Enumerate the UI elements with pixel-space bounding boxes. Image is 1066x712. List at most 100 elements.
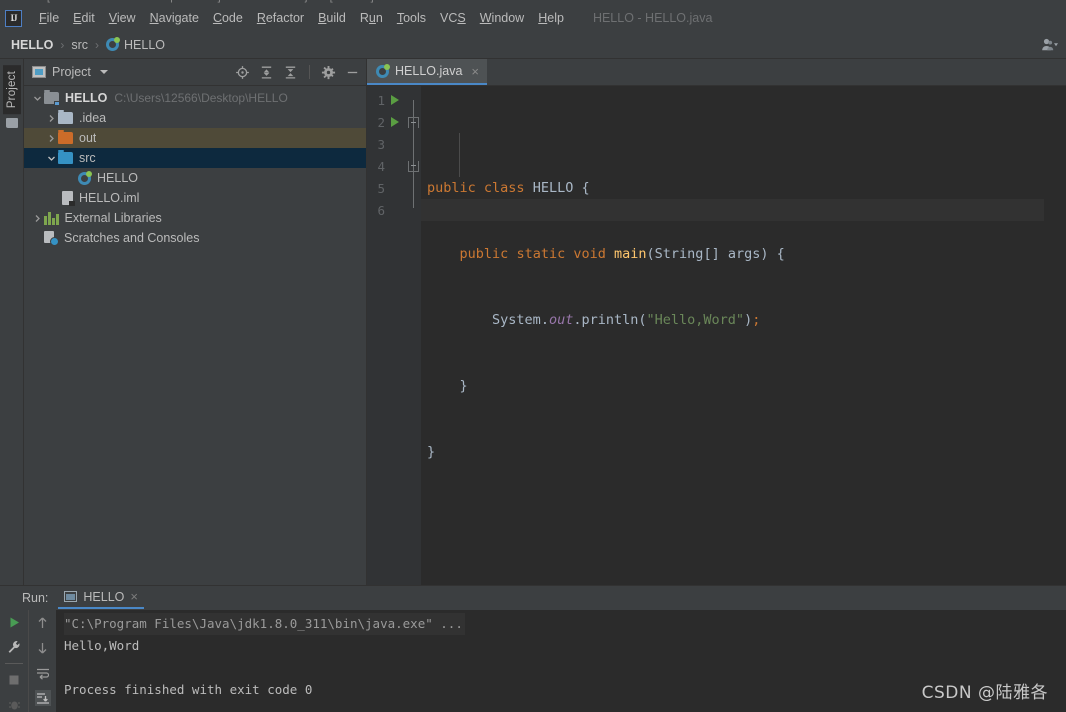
breadcrumb-separator: › [95,37,100,52]
menu-window[interactable]: Window [473,8,531,28]
run-left-toolbar [0,610,29,712]
wrench-icon[interactable] [6,639,22,654]
tree-label: HELLO.iml [79,191,140,205]
project-panel-header: Project [24,59,366,86]
run-second-toolbar [29,610,56,712]
chevron-right-icon[interactable] [44,114,58,123]
code-editor[interactable]: 1 2 3 4 5 6 public class HELLO {public … [367,86,1066,585]
tree-node-hello-iml[interactable]: HELLO.iml [24,188,366,208]
code-line-3: System.out.println("Hello,Word"); [492,312,761,328]
window-title-ghost-text: HELLO [C:\Users\12566\Desktop\HELLO] - .… [6,0,374,3]
tree-node-out[interactable]: out [24,128,366,148]
gutter-line: 2 [367,111,421,133]
navbar-right-tools [1041,31,1058,58]
expand-all-icon[interactable] [259,65,274,80]
chevron-down-icon[interactable] [30,94,44,103]
editor-tab-label: HELLO.java [395,64,463,78]
console-icon [64,591,78,602]
editor-tab-hello-java[interactable]: HELLO.java × [367,59,487,85]
stop-square-icon[interactable] [6,673,22,688]
line-number: 4 [377,158,385,174]
fold-region-end-icon[interactable] [408,160,419,172]
menu-view[interactable]: View [102,8,143,28]
tree-label: out [79,131,97,145]
line-number: 5 [377,180,385,196]
user-account-icon[interactable] [1041,37,1058,52]
tree-node-idea[interactable]: .idea [24,108,366,128]
bug-icon[interactable] [6,697,22,712]
breadcrumb-item-project[interactable]: HELLO [8,37,56,53]
scroll-up-icon[interactable] [35,615,51,631]
java-class-icon [106,37,121,51]
tree-node-external-libraries[interactable]: External Libraries [24,208,366,228]
console-output[interactable]: "C:\Program Files\Java\jdk1.8.0_311\bin\… [56,610,1066,712]
main-body: Project Project HELLO C:\Users\12566\Des… [0,59,1066,585]
run-gutter-icon[interactable] [391,95,399,105]
menu-file[interactable]: File [32,8,66,28]
menu-edit[interactable]: Edit [66,8,102,28]
project-view-icon [32,66,46,78]
menu-refactor[interactable]: Refactor [250,8,311,28]
fold-region-start-icon[interactable] [408,116,419,128]
gutter-line: 6 [367,199,421,221]
run-green-arrow-icon[interactable] [6,615,22,630]
project-panel-title-group[interactable]: Project [32,65,108,79]
menu-vcs[interactable]: VCS [433,8,473,28]
breadcrumb-class-label: HELLO [124,37,166,52]
breadcrumb-bar: HELLO › src › HELLO [0,31,1066,59]
breadcrumb-item-class[interactable]: HELLO [103,37,168,53]
toolbar-divider [5,663,23,664]
tree-label: External Libraries [64,211,162,225]
soft-wrap-icon[interactable] [35,665,51,681]
chevron-down-icon[interactable] [99,70,108,74]
breadcrumb-item-src[interactable]: src [68,37,91,53]
close-icon[interactable]: × [471,64,479,79]
locate-icon[interactable] [235,65,250,80]
editor-gutter[interactable]: 1 2 3 4 5 6 [367,86,421,585]
tree-node-hello-class[interactable]: HELLO [24,168,366,188]
settings-gear-icon[interactable] [321,65,336,80]
run-gutter-icon[interactable] [391,117,399,127]
code-line-5: } [427,444,436,460]
module-folder-icon [44,90,60,106]
current-line-highlight [421,199,1044,221]
collapse-all-icon[interactable] [283,65,298,80]
code-text[interactable]: public class HELLO { public static void … [421,86,1044,585]
intellij-logo-icon[interactable]: IJ [5,9,22,27]
project-panel-toolbar [235,65,360,80]
menu-help[interactable]: Help [531,8,571,28]
tool-window-tab-project[interactable]: Project [2,65,21,115]
tree-node-scratches-consoles[interactable]: Scratches and Consoles [24,228,366,248]
gutter-line: 4 [367,155,421,177]
tree-node-hello-root[interactable]: HELLO C:\Users\12566\Desktop\HELLO [24,88,366,108]
folder-icon[interactable] [5,118,18,129]
iml-file-icon [62,191,75,206]
menu-tools[interactable]: Tools [390,8,433,28]
scroll-down-icon[interactable] [35,640,51,656]
chevron-right-icon[interactable] [30,214,44,223]
menu-build[interactable]: Build [311,8,353,28]
console-command-line: "C:\Program Files\Java\jdk1.8.0_311\bin\… [64,613,1066,635]
menu-code[interactable]: Code [206,8,250,28]
tree-label: HELLO [97,171,138,185]
tree-node-src[interactable]: src [24,148,366,168]
menu-navigate[interactable]: Navigate [143,8,206,28]
chevron-right-icon[interactable] [44,134,58,143]
run-tab-hello[interactable]: HELLO × [58,587,144,609]
scroll-to-end-icon[interactable] [34,690,51,706]
idea-window: HELLO [C:\Users\12566\Desktop\HELLO] - .… [0,0,1066,712]
menu-run[interactable]: Run [353,8,390,28]
breadcrumb-separator: › [60,37,65,52]
code-line-2: public static void main(String[] args) { [459,246,785,262]
close-icon[interactable]: × [130,589,138,604]
hide-panel-icon[interactable] [345,65,360,80]
editor-scrollbar[interactable] [1044,86,1066,585]
line-number: 3 [377,136,385,152]
project-panel-title: Project [52,65,91,79]
code-line-4: } [427,378,468,394]
chevron-down-icon[interactable] [44,154,58,163]
folder-blue-icon [58,150,73,164]
tree-label: Scratches and Consoles [64,231,200,245]
tree-label: src [79,151,96,165]
